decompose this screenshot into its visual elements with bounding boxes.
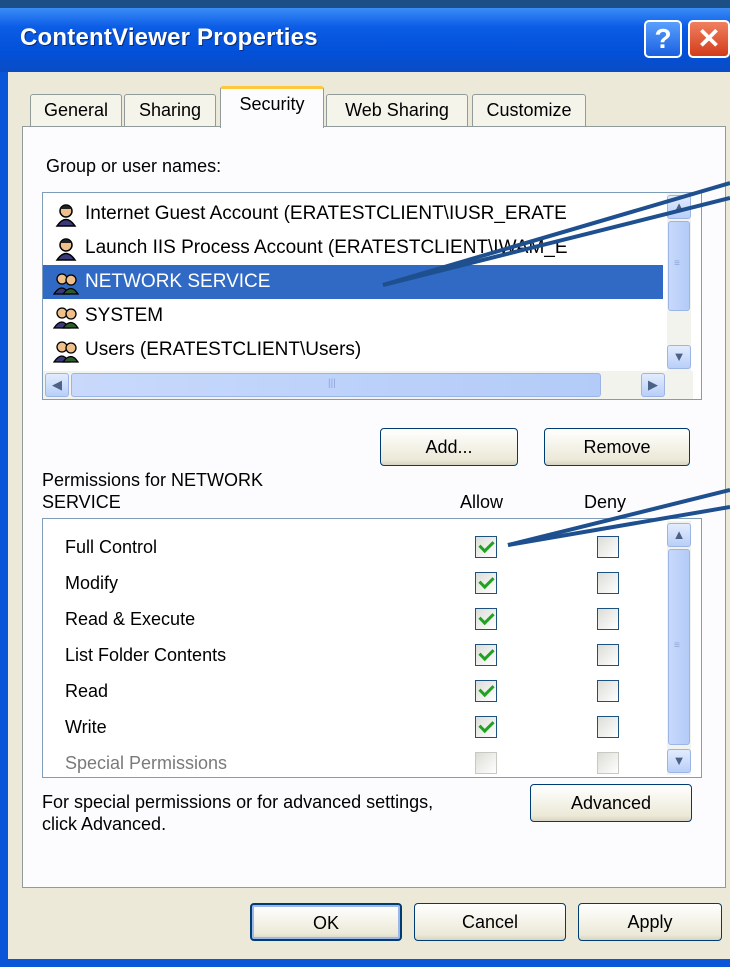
scroll-down-arrow-icon[interactable]: ▼ xyxy=(667,345,691,369)
tab-sharing[interactable]: Sharing xyxy=(124,94,216,126)
permission-name: Special Permissions xyxy=(65,753,228,773)
permission-name: Read xyxy=(65,681,109,701)
advanced-hint-line2: click Advanced. xyxy=(42,814,167,834)
scroll-down-arrow-icon[interactable]: ▼ xyxy=(667,749,691,773)
permission-row: Full Control xyxy=(43,531,663,567)
allow-checkbox[interactable] xyxy=(475,608,497,630)
permission-row: Special Permissions xyxy=(43,747,663,777)
allow-checkbox xyxy=(475,752,497,774)
window-title: ContentViewer Properties xyxy=(20,24,318,51)
allow-column-header: Allow xyxy=(460,492,504,512)
list-horizontal-scrollbar[interactable]: ◀ ||| ▶ xyxy=(43,371,693,399)
scroll-left-arrow-icon[interactable]: ◀ xyxy=(45,373,69,397)
permission-row: Read & Execute xyxy=(43,603,663,639)
allow-checkbox[interactable] xyxy=(475,716,497,738)
allow-checkbox[interactable] xyxy=(475,572,497,594)
deny-checkbox xyxy=(597,752,619,774)
remove-button[interactable]: Remove xyxy=(544,428,690,466)
list-item-selected[interactable]: NETWORK SERVICE xyxy=(43,265,663,299)
list-item[interactable]: SYSTEM xyxy=(43,299,663,333)
deny-checkbox[interactable] xyxy=(597,536,619,558)
list-item-label: SYSTEM xyxy=(85,305,164,326)
tab-web-sharing[interactable]: Web Sharing xyxy=(326,94,468,126)
permission-name: List Folder Contents xyxy=(65,645,227,665)
tab-customize[interactable]: Customize xyxy=(472,94,586,126)
add-button[interactable]: Add... xyxy=(380,428,518,466)
grip-icon: ≡ xyxy=(674,258,680,269)
permissions-label-line2: SERVICE xyxy=(42,492,121,512)
deny-checkbox[interactable] xyxy=(597,572,619,594)
group-icon xyxy=(53,307,79,329)
list-scroll-thumb[interactable]: ≡ xyxy=(668,221,690,311)
scroll-up-arrow-icon[interactable]: ▲ xyxy=(667,523,691,547)
permission-row: Write xyxy=(43,711,663,747)
list-item[interactable]: Users (ERATESTCLIENT\Users) xyxy=(43,333,663,367)
deny-checkbox[interactable] xyxy=(597,608,619,630)
list-item[interactable]: Internet Guest Account (ERATESTCLIENT\IU… xyxy=(43,197,663,231)
allow-checkbox[interactable] xyxy=(475,644,497,666)
grip-icon: ≡ xyxy=(674,640,680,651)
allow-checkbox[interactable] xyxy=(475,680,497,702)
tab-security[interactable]: Security xyxy=(220,86,324,128)
close-button[interactable]: ✕ xyxy=(688,20,730,58)
deny-column-header: Deny xyxy=(584,492,627,512)
permissions-scrollbar[interactable]: ▲ ≡ ▼ xyxy=(667,521,691,775)
user-icon xyxy=(55,204,77,227)
allow-checkbox[interactable] xyxy=(475,536,497,558)
permission-row: List Folder Contents xyxy=(43,639,663,675)
list-item-label: NETWORK SERVICE xyxy=(85,271,271,292)
permission-row: Modify xyxy=(43,567,663,603)
list-item[interactable]: Launch IIS Process Account (ERATESTCLIEN… xyxy=(43,231,663,265)
list-item-label: Launch IIS Process Account (ERATESTCLIEN… xyxy=(85,237,568,258)
permission-row: Read xyxy=(43,675,663,711)
help-button[interactable]: ? xyxy=(644,20,682,58)
deny-checkbox[interactable] xyxy=(597,644,619,666)
list-vertical-scrollbar[interactable]: ▲ ≡ ▼ xyxy=(667,193,691,371)
permissions-listbox[interactable]: Full Control Modify Read & Execute List … xyxy=(42,518,702,778)
cancel-button[interactable]: Cancel xyxy=(414,903,566,941)
user-icon xyxy=(55,238,77,261)
group-icon xyxy=(53,341,79,363)
tab-general[interactable]: General xyxy=(30,94,122,126)
permission-name: Full Control xyxy=(65,537,158,557)
scroll-up-arrow-icon[interactable]: ▲ xyxy=(667,195,691,219)
permission-name: Modify xyxy=(65,573,119,593)
permissions-scroll-thumb[interactable]: ≡ xyxy=(668,549,690,745)
permission-name: Read & Execute xyxy=(65,609,196,629)
list-hscroll-thumb[interactable]: ||| xyxy=(71,373,601,397)
deny-checkbox[interactable] xyxy=(597,680,619,702)
scroll-right-arrow-icon[interactable]: ▶ xyxy=(641,373,665,397)
permissions-label-line1: Permissions for NETWORK xyxy=(42,470,264,490)
apply-button[interactable]: Apply xyxy=(578,903,722,941)
advanced-button[interactable]: Advanced xyxy=(530,784,692,822)
permission-name: Write xyxy=(65,717,107,737)
group-icon xyxy=(53,273,79,295)
title-bar[interactable]: ContentViewer Properties ? ✕ xyxy=(0,8,730,72)
advanced-hint-line1: For special permissions or for advanced … xyxy=(42,792,434,812)
ok-button[interactable]: OK xyxy=(250,903,402,941)
list-item-label: Internet Guest Account (ERATESTCLIENT\IU… xyxy=(85,203,567,224)
group-names-label: Group or user names: xyxy=(46,156,222,176)
list-item-label: Users (ERATESTCLIENT\Users) xyxy=(85,339,362,360)
deny-checkbox[interactable] xyxy=(597,716,619,738)
grip-icon: ||| xyxy=(328,378,336,389)
group-user-listbox[interactable]: Internet Guest Account (ERATESTCLIENT\IU… xyxy=(42,192,702,400)
